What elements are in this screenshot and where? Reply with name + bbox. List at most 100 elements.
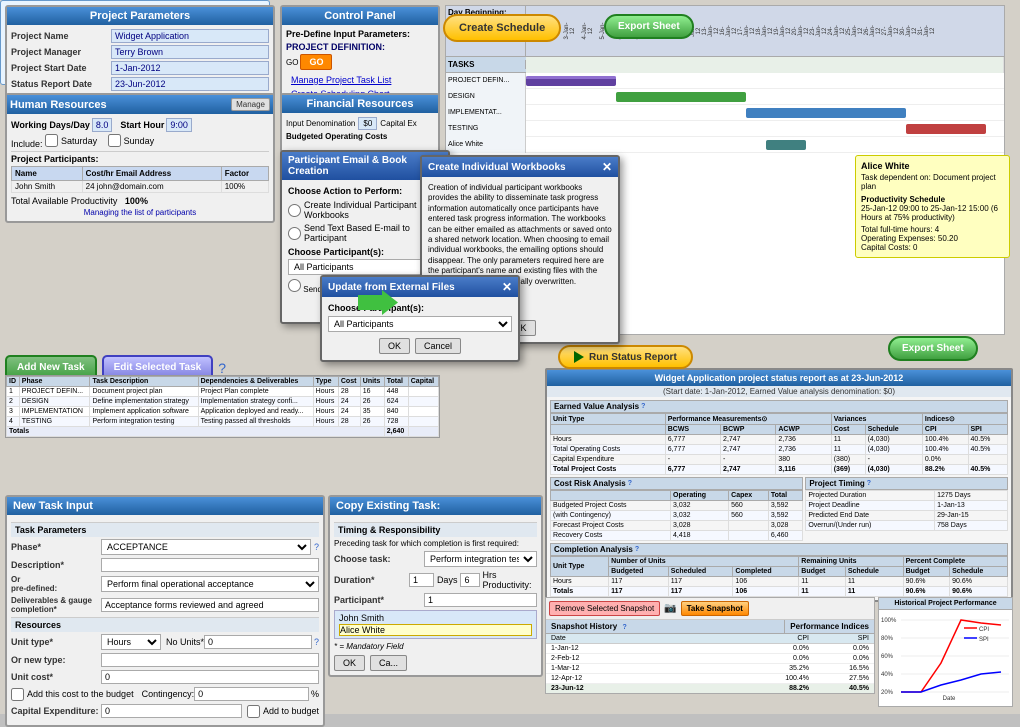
input-denomination-value: $0 [358,117,377,130]
workbooks-dialog-close[interactable]: ✕ [602,160,612,174]
new-type-input[interactable] [101,653,319,667]
timing-section: Timing & Responsibility [334,522,537,537]
gantt-cells-4 [526,121,1004,137]
timing-row-3: Predicted End Date 29-Jan-15 [806,511,1008,521]
variances-header: Variances [831,414,922,425]
factor-col-header: Factor [221,167,268,181]
gantt-bar-1-overlay [526,76,616,79]
start-hour-value: 9:00 [166,118,192,132]
predefined-dropdown[interactable]: Perform final operational acceptance [101,576,319,592]
task-id-1: 1 [7,387,20,397]
gantt-row-4: TESTING [446,121,1004,137]
predefined-row: Orpre-defined: Perform final operational… [11,575,319,593]
snap-date-1: 1-Jan-12 [546,644,754,653]
add-budget-label[interactable]: Add this cost to the budget [11,688,134,701]
phase-row: Phase* ACCEPTANCE ? [11,539,319,555]
choose-action-label: Choose Action to Perform: [288,186,442,196]
working-days-value: 8.0 [92,118,113,132]
chart-title: Historical Project Performance [879,598,1012,610]
send-text-option[interactable]: Send Text Based E-mail to Participant [288,223,442,243]
choose-task-dropdown[interactable]: Perform integration testing [424,551,537,567]
description-input[interactable] [101,558,319,572]
create-workbooks-option[interactable]: Create Individual Participant Workbooks [288,200,442,220]
participants-dropdown[interactable]: All Participants [288,259,442,275]
help-icon[interactable]: ? [218,360,226,376]
completion-help[interactable]: ? [635,546,639,553]
snapshot-help[interactable]: ? [622,624,626,631]
external-dialog-close[interactable]: ✕ [502,280,512,294]
bcws-header: BCWS [665,425,720,435]
id-col: ID [7,377,20,387]
unit-cost-input[interactable] [101,670,319,684]
timing-row-1: Projected Duration 1275 Days [806,491,1008,501]
run-status-report-button[interactable]: Run Status Report [558,345,693,369]
pct-complete-header: Percent Complete [903,557,1007,567]
hrs-input[interactable] [460,573,480,587]
timing-row-2: Project Deadline 1-Jan-13 [806,501,1008,511]
start-date-display: Alice White [339,624,532,636]
cost-header: Cost [831,425,865,435]
gantt-task-5: Alice White [446,137,526,153]
snap-cpi-1: 0.0% [754,644,814,653]
saturday-checkbox[interactable] [45,134,58,147]
date-col-header: Date [546,634,754,643]
performance-report-panel: Widget Application project status report… [545,368,1013,602]
timing-help[interactable]: ? [867,480,871,487]
task-desc-col: Task Description [90,377,198,387]
snap-spi-1: 0.0% [814,644,874,653]
add-to-budget-checkbox[interactable] [247,705,260,718]
export-sheet-button-bottom[interactable]: Export Sheet [888,336,978,361]
phase-dropdown[interactable]: ACCEPTANCE [101,539,311,555]
sunday-checkbox[interactable] [108,134,121,147]
duration-input[interactable] [409,573,434,587]
export-sheet-button-top[interactable]: Export Sheet [604,14,694,39]
external-dialog-title: Update from External Files ✕ [322,277,518,297]
copy-task-ok-button[interactable]: OK [334,655,365,671]
participant-label: Participant* [334,595,424,605]
participant-input[interactable] [424,593,537,607]
start-date-value: 1-Jan-2012 [111,61,269,75]
remove-snapshot-button[interactable]: Remove Selected Snapshot [549,601,660,616]
external-ok-button[interactable]: OK [379,338,410,354]
svg-text:80%: 80% [881,636,894,642]
external-participants-dropdown[interactable]: All Participants [328,316,512,332]
no-units-input[interactable] [204,635,312,649]
cr-row-1: Budgeted Project Costs 3,032 560 3,592 [551,501,803,511]
input-denomination-label: Input Denomination [286,119,355,128]
capital-row: Capital Expenditure: Add to budget [11,704,319,718]
go-button[interactable]: GO [300,54,332,70]
unit-type-dropdown[interactable]: Hours [101,634,161,650]
snap-spi-5: 40.5% [814,684,874,693]
take-snapshot-button[interactable]: Take Snapshot [681,601,749,616]
create-schedule-button[interactable]: Create Schedule [443,14,561,42]
op-type-col: Type [313,377,338,387]
deliverables-input[interactable] [101,598,319,612]
alice-productivity-label: Productivity Schedule [861,195,1004,204]
copy-task-cancel-button[interactable]: Ca... [370,655,407,671]
start-date-row: Project Start Date 1-Jan-2012 [11,61,269,75]
add-to-budget-label[interactable]: Add to budget [247,705,319,718]
deliverables-col: Dependencies & Deliverables [198,377,313,387]
participant-row-1: John Smith 24 john@domain.com 100% [12,181,269,193]
task-desc-4: Perform integration testing [90,417,198,427]
copy-task-panel: Copy Existing Task: Timing & Responsibil… [328,495,543,677]
totals-label: Totals [7,427,385,437]
external-cancel-button[interactable]: Cancel [415,338,461,354]
phase-help-icon[interactable]: ? [314,542,319,552]
task-total-4: 728 [384,417,408,427]
capital-input[interactable] [101,704,242,718]
task-params-section: Task Parameters [11,522,319,537]
hr-title: Human Resources Manage [7,95,273,114]
add-budget-checkbox[interactable] [11,688,24,701]
project-timing-label: Project Timing [809,479,864,488]
manage-button[interactable]: Manage [231,98,270,111]
task-phase-1: PROJECT DEFIN... [19,387,90,397]
cost-risk-help[interactable]: ? [628,480,632,487]
gantt-row-2: DESIGN [446,89,1004,105]
contingency-input[interactable] [194,687,309,701]
no-units-help-icon[interactable]: ? [314,637,319,647]
manage-task-list-item[interactable]: Manage Project Task List [286,73,434,87]
earned-value-help[interactable]: ? [641,403,645,410]
manage-list-link[interactable]: Managing the list of participants [11,208,269,217]
workbooks-dialog-title: Create Individual Workbooks ✕ [422,157,618,177]
